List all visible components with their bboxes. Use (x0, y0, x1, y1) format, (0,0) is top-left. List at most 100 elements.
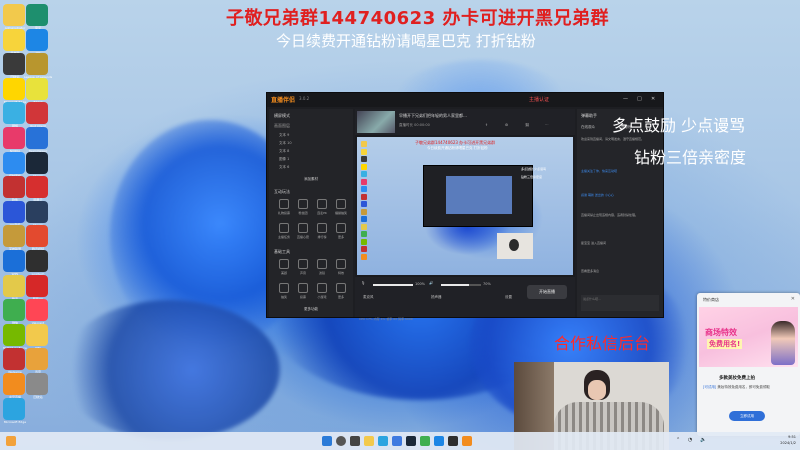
source-item[interactable]: 文本 9 (279, 133, 289, 138)
basic-tool-icon[interactable] (279, 259, 289, 269)
desktop-icon[interactable] (3, 176, 25, 199)
tray-arrow-icon[interactable]: ⌃ (676, 437, 680, 443)
network-icon[interactable]: ◔ (688, 437, 692, 443)
interaction-tool-icon[interactable] (298, 223, 308, 233)
desktop-icon[interactable] (3, 225, 25, 248)
verify-button[interactable]: 主播认证 (529, 96, 549, 103)
tab-online-viewers[interactable]: 在线观众 (581, 125, 595, 130)
desktop-icon[interactable] (3, 323, 25, 346)
desktop-icon[interactable] (26, 250, 48, 272)
more-features-button[interactable]: 更多功能 (291, 305, 331, 313)
desktop-icon[interactable] (3, 28, 25, 51)
ad-body-link[interactable]: [可试用] (703, 385, 716, 389)
desktop-icon[interactable] (3, 274, 25, 297)
desktop-icon[interactable] (26, 200, 48, 223)
desktop-icon[interactable] (26, 53, 48, 76)
maximize-icon[interactable]: □ (637, 96, 642, 102)
stream-thumbnail[interactable] (357, 111, 395, 133)
streamer-app-icon[interactable] (462, 436, 472, 446)
desktop-icon[interactable] (26, 274, 48, 297)
settings-label[interactable]: 设置 (505, 295, 512, 300)
desktop-icon[interactable] (26, 102, 48, 125)
desktop-icon[interactable] (3, 200, 25, 223)
obs-icon[interactable] (448, 436, 458, 446)
desktop-icon[interactable] (26, 348, 48, 371)
qq-icon[interactable] (434, 436, 444, 446)
stream-title[interactable]: 早播开下兄弟们把年轻的男人家里都… (399, 113, 467, 119)
desktop-icon[interactable] (26, 225, 48, 248)
desktop-icon[interactable] (3, 397, 25, 420)
desktop-icon[interactable] (3, 299, 25, 322)
desktop-icon[interactable] (26, 373, 48, 395)
stream-preview[interactable]: 子敬兄弟群144740623 办卡可进开黑兄弟群 今日续费开通钻粉请喝星巴克 打… (357, 137, 573, 275)
minimize-icon[interactable]: — (623, 96, 628, 102)
interaction-tool-label: 礼物投票 (277, 211, 290, 215)
desktop-icon[interactable] (26, 127, 48, 149)
share-icon[interactable]: ⇪ (485, 123, 488, 127)
interaction-tool-icon[interactable] (336, 199, 346, 209)
desktop-icon[interactable] (3, 53, 25, 76)
basic-tool-icon[interactable] (279, 283, 289, 293)
desktop-icon[interactable] (26, 299, 48, 322)
mic-icon[interactable]: 🎙 (361, 281, 365, 285)
desktop-icon[interactable] (3, 77, 25, 100)
start-icon[interactable] (322, 436, 332, 446)
desktop-icon[interactable] (26, 323, 48, 346)
more-icon[interactable]: ⋯ (545, 123, 549, 127)
basic-tool-icon[interactable] (298, 259, 308, 269)
ad-cta-button[interactable]: 立即试用 (729, 411, 765, 421)
desktop-icon[interactable] (3, 102, 25, 125)
explorer-icon[interactable] (364, 436, 374, 446)
chat-input[interactable]: 说点什么吧... (581, 295, 659, 311)
speaker-icon[interactable]: 🔊 (429, 281, 433, 285)
volume-icon[interactable]: 🔈 (700, 437, 706, 443)
clock[interactable]: 9:51 2024/1/2 (780, 434, 796, 446)
source-item[interactable]: 文本 8 (279, 149, 289, 154)
basic-tool-icon[interactable] (317, 283, 327, 293)
interaction-tool-icon[interactable] (298, 199, 308, 209)
ad-banner-image[interactable]: 商场特效 免费用名! (699, 307, 798, 367)
scene-mode-label[interactable]: 横屏模式 (274, 113, 290, 119)
desktop-icon[interactable] (3, 348, 25, 371)
desktop-icon[interactable] (3, 151, 25, 174)
wechat-icon[interactable] (420, 436, 430, 446)
desktop-icon[interactable] (26, 151, 48, 174)
taskview-icon[interactable] (350, 436, 360, 446)
basic-tool-icon[interactable] (336, 259, 346, 269)
speaker-slider[interactable] (441, 284, 481, 286)
interaction-tool-icon[interactable] (279, 199, 289, 209)
ad-close-icon[interactable]: ✕ (791, 296, 795, 302)
link-icon[interactable]: ⛓ (525, 123, 529, 127)
interaction-tool-icon[interactable] (317, 199, 327, 209)
desktop-icon[interactable] (3, 250, 25, 272)
desktop-icon[interactable] (26, 28, 48, 51)
settings-icon[interactable]: ⚙ (505, 123, 508, 127)
add-source-button[interactable]: 添加素材 (291, 175, 331, 183)
basic-tool-icon[interactable] (317, 259, 327, 269)
weather-icon[interactable] (6, 436, 16, 446)
go-live-button[interactable]: 开始直播 (527, 285, 567, 299)
nested-preview (446, 176, 512, 214)
desktop-icon[interactable] (26, 77, 48, 100)
store-icon[interactable] (392, 436, 402, 446)
steam-icon[interactable] (406, 436, 416, 446)
interaction-tool-icon[interactable] (317, 223, 327, 233)
basic-tool-icon[interactable] (298, 283, 308, 293)
source-item[interactable]: 图像 1 (279, 157, 289, 162)
desktop-icon[interactable] (26, 4, 48, 26)
mic-slider[interactable] (373, 284, 413, 286)
desktop-icon[interactable] (3, 4, 25, 26)
interaction-tool-icon[interactable] (336, 223, 346, 233)
source-item[interactable]: 文本 6 (279, 165, 289, 170)
preview-banner-2: 今日续费开通钻粉请喝星巴克 打折钻粉 (427, 146, 488, 150)
desktop-icon[interactable] (26, 176, 48, 199)
desktop-icon[interactable] (3, 373, 25, 395)
desktop-icon[interactable] (3, 127, 25, 149)
interaction-tool-icon[interactable] (279, 223, 289, 233)
basic-tool-icon[interactable] (336, 283, 346, 293)
search-icon[interactable] (336, 436, 346, 446)
overlay-text-1: 多点鼓励 少点谩骂 (612, 116, 746, 135)
close-icon[interactable]: ✕ (651, 96, 655, 102)
source-item[interactable]: 文本 10 (279, 141, 292, 146)
edge-icon[interactable] (378, 436, 388, 446)
